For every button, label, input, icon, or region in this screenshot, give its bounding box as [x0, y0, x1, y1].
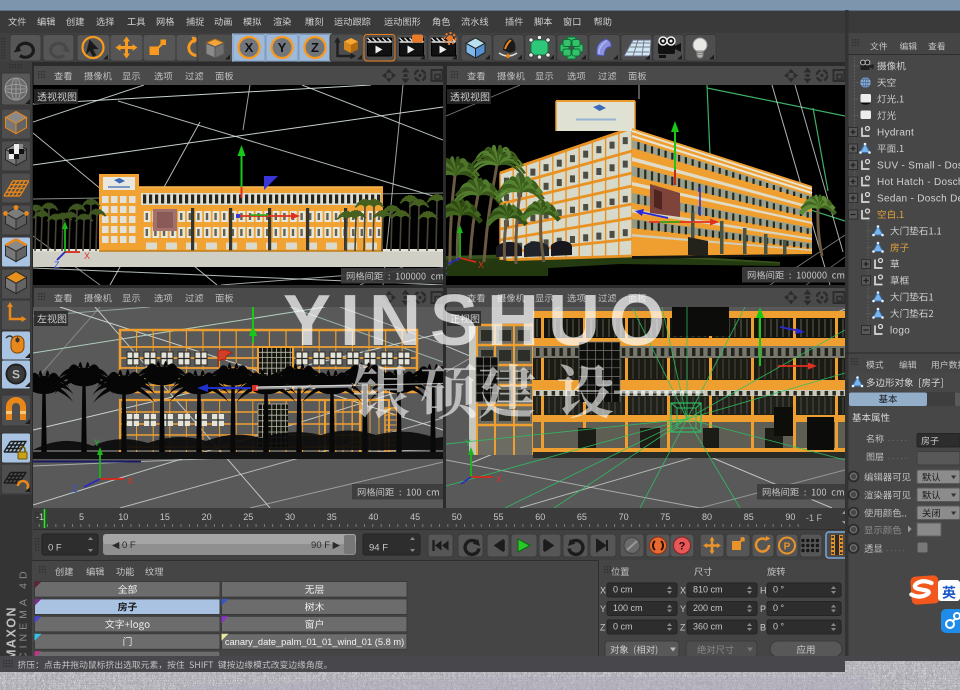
- svg-text:0 cm: 0 cm: [613, 585, 633, 595]
- svg-text:logo: logo: [890, 326, 910, 337]
- svg-text:B: B: [760, 623, 766, 633]
- svg-text:0 °: 0 °: [773, 622, 785, 632]
- svg-text:10: 10: [118, 512, 128, 522]
- svg-text:80: 80: [702, 512, 712, 522]
- svg-text:Z: Z: [680, 623, 686, 633]
- svg-text:H: H: [760, 586, 767, 596]
- svg-text:MAXON: MAXON: [5, 606, 19, 660]
- svg-text:90 F ▶: 90 F ▶: [311, 540, 341, 551]
- svg-text:X: X: [127, 476, 133, 486]
- svg-text:Y: Y: [465, 438, 471, 448]
- svg-text:SUV - Small - Dosch: SUV - Small - Dosch: [877, 161, 960, 172]
- svg-text:60: 60: [535, 512, 545, 522]
- svg-text:. . . . .: . . . . .: [888, 434, 907, 443]
- svg-text:15: 15: [160, 512, 170, 522]
- svg-text:X: X: [680, 586, 686, 596]
- svg-text:0 F: 0 F: [48, 543, 62, 554]
- svg-text:40: 40: [368, 512, 378, 522]
- svg-text:P: P: [760, 604, 766, 614]
- svg-text:Hydrant: Hydrant: [877, 128, 914, 139]
- svg-text:X: X: [84, 251, 90, 261]
- svg-text:Hot Hatch - Dosch: Hot Hatch - Dosch: [877, 177, 960, 188]
- svg-text:-1 F: -1 F: [806, 513, 823, 523]
- svg-text:Z: Z: [311, 40, 319, 55]
- svg-text:360 cm: 360 cm: [693, 622, 723, 632]
- svg-text:X: X: [496, 474, 502, 484]
- svg-text:X: X: [245, 40, 254, 55]
- svg-text:75: 75: [660, 512, 670, 522]
- svg-text:◀ 0 F: ◀ 0 F: [112, 540, 136, 551]
- svg-text:200 cm: 200 cm: [693, 603, 723, 613]
- svg-text:S: S: [12, 368, 20, 382]
- svg-text:Y: Y: [278, 40, 287, 55]
- svg-text:X: X: [478, 260, 484, 270]
- svg-text:0 °: 0 °: [773, 603, 785, 613]
- svg-text:25: 25: [243, 512, 253, 522]
- svg-text:0 °: 0 °: [773, 585, 785, 595]
- svg-text:50: 50: [452, 512, 462, 522]
- svg-text:35: 35: [327, 512, 337, 522]
- svg-text:65: 65: [577, 512, 587, 522]
- svg-text:20: 20: [202, 512, 212, 522]
- svg-text:Z: Z: [54, 260, 60, 270]
- svg-text:?: ?: [679, 541, 686, 553]
- svg-text:Y: Y: [94, 438, 100, 448]
- svg-text:5: 5: [79, 512, 84, 522]
- svg-text:100 cm: 100 cm: [613, 603, 643, 613]
- svg-text:. . . . .: . . . . .: [888, 452, 907, 461]
- svg-text:Y: Y: [680, 604, 686, 614]
- svg-text:Z: Z: [72, 484, 78, 494]
- svg-text:P: P: [784, 542, 791, 553]
- svg-text:YINSHUO: YINSHUO: [283, 281, 674, 361]
- svg-text:90: 90: [785, 512, 795, 522]
- svg-text:70: 70: [619, 512, 629, 522]
- svg-text:30: 30: [285, 512, 295, 522]
- svg-text:0 cm: 0 cm: [613, 622, 633, 632]
- svg-text:CINEMA 4D: CINEMA 4D: [18, 567, 30, 660]
- svg-text:94 F: 94 F: [369, 543, 388, 554]
- svg-text:Sedan - Dosch Des: Sedan - Dosch Des: [877, 194, 960, 205]
- svg-text:X: X: [600, 586, 606, 596]
- svg-text:Z: Z: [600, 623, 606, 633]
- svg-text:Y: Y: [600, 604, 606, 614]
- svg-text:810 cm: 810 cm: [693, 585, 723, 595]
- svg-text:-1: -1: [36, 512, 44, 522]
- svg-text:45: 45: [410, 512, 420, 522]
- svg-text:85: 85: [744, 512, 754, 522]
- svg-text:. . . . .: . . . . .: [886, 544, 905, 553]
- svg-text:55: 55: [493, 512, 503, 522]
- svg-text:canary_date_palm_01_01_wind_01: canary_date_palm_01_01_wind_01 (5.8 m): [225, 637, 404, 647]
